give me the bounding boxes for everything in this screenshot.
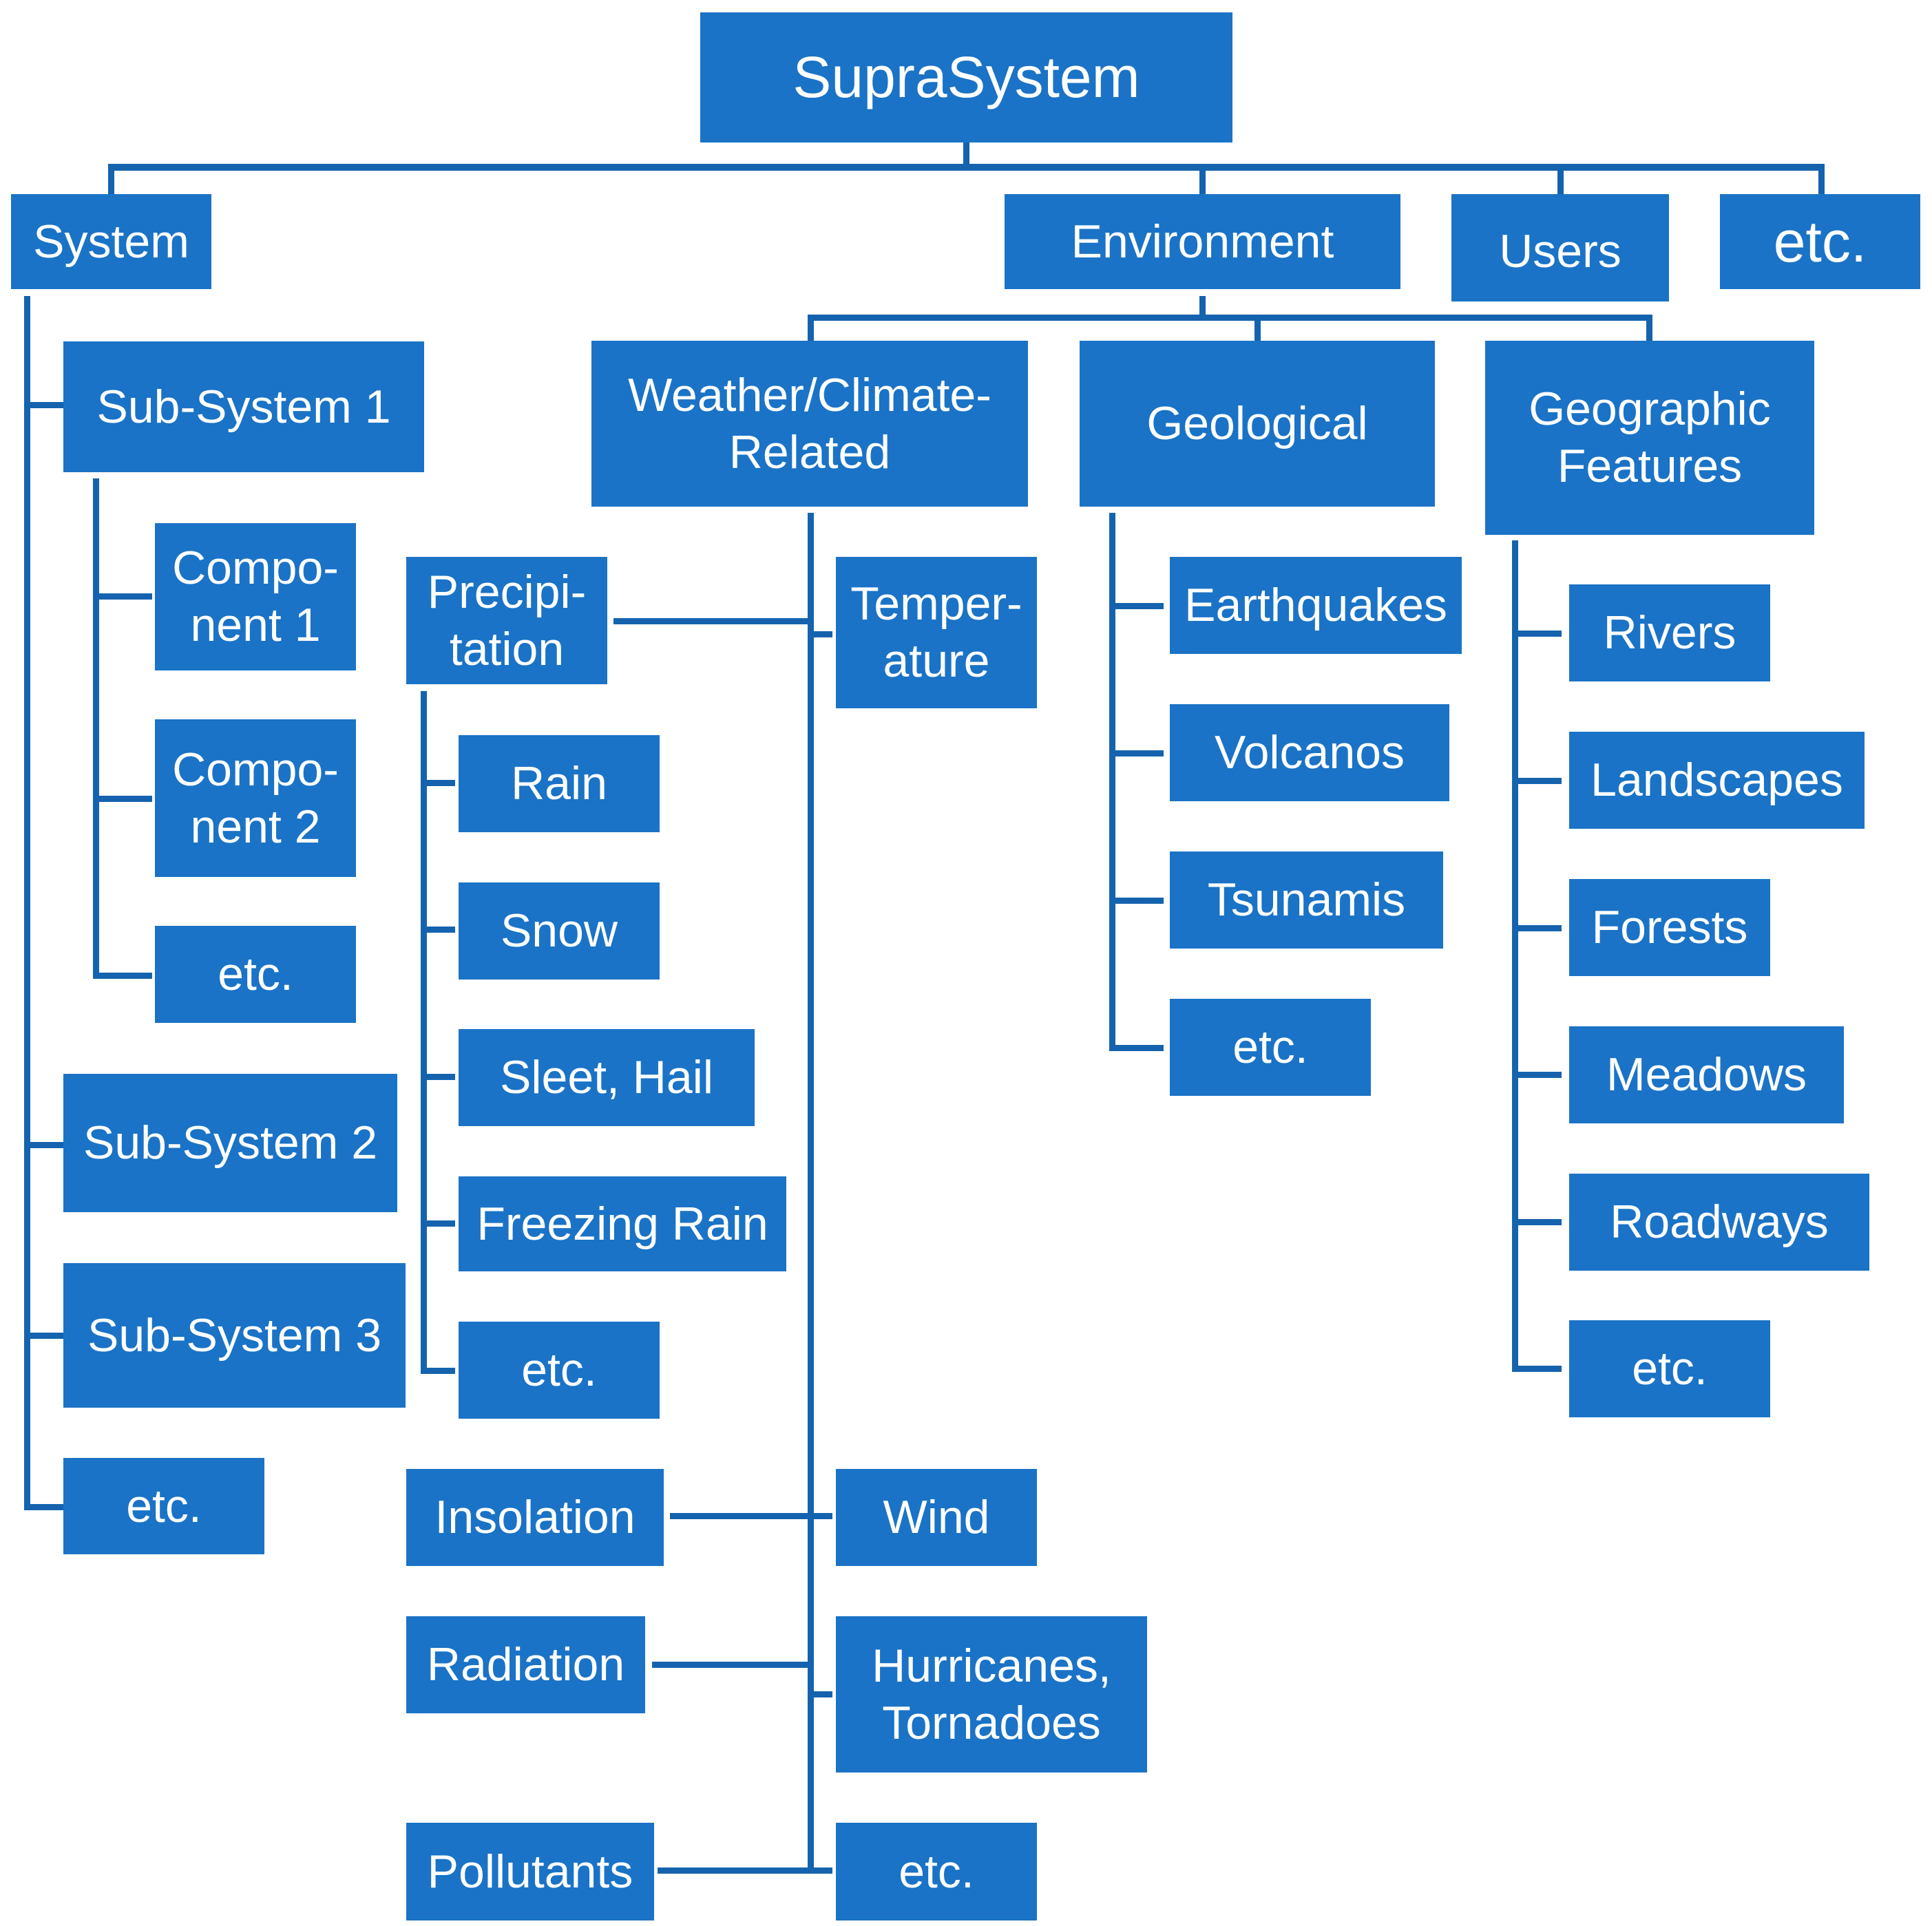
- connector-users-drop: [1557, 164, 1564, 194]
- connector-etc-drop: [1818, 164, 1825, 194]
- connector-top-bus: [108, 164, 1825, 171]
- connector-tsunamis: [1109, 898, 1164, 904]
- connector-comp2: [93, 796, 152, 802]
- connector-system-drop: [108, 164, 114, 194]
- node-temperature: Temper- ature: [836, 557, 1037, 708]
- connector-sub2: [24, 1142, 64, 1148]
- connector-system-trunk: [24, 296, 30, 1510]
- connector-rain: [421, 780, 455, 786]
- connector-environment-drop: [1199, 164, 1206, 194]
- node-radiation: Radiation: [406, 1616, 645, 1713]
- node-roadways: Roadways: [1569, 1174, 1869, 1271]
- node-sub-system-2: Sub-System 2: [63, 1074, 397, 1212]
- connector-insolation: [670, 1513, 832, 1519]
- node-wind: Wind: [836, 1469, 1037, 1566]
- connector-meadows: [1512, 1072, 1562, 1078]
- connector-earthquakes: [1109, 603, 1164, 609]
- node-sleet-hail: Sleet, Hail: [459, 1029, 755, 1126]
- node-weather-etc: etc.: [836, 1823, 1037, 1920]
- connector-volcanos: [1109, 750, 1164, 756]
- node-precipitation-etc: etc.: [459, 1322, 660, 1419]
- connector-pollutants: [658, 1867, 832, 1874]
- connector-env-bus: [808, 315, 1652, 321]
- connector-geological-drop: [1254, 315, 1261, 341]
- node-environment: Environment: [1005, 194, 1400, 289]
- connector-roadways: [1512, 1219, 1562, 1225]
- connector-precip-etc: [421, 1368, 455, 1374]
- connector-weather-trunk: [808, 513, 814, 1873]
- connector-rivers: [1512, 631, 1562, 637]
- connector-freezing: [421, 1220, 455, 1227]
- node-earthquakes: Earthquakes: [1170, 557, 1462, 654]
- connector-geographic-drop: [1646, 315, 1652, 341]
- connector-hurricanes: [808, 1691, 832, 1697]
- connector-precipitation: [613, 618, 814, 624]
- node-sub-system-3: Sub-System 3: [63, 1263, 406, 1408]
- connector-sub1: [24, 402, 64, 408]
- node-etc-level1: etc.: [1720, 194, 1920, 289]
- connector-precip-trunk: [421, 691, 427, 1374]
- node-geological-etc: etc.: [1170, 999, 1371, 1096]
- connector-temperature: [808, 631, 832, 637]
- connector-weather-drop: [808, 315, 814, 341]
- node-meadows: Meadows: [1569, 1026, 1844, 1123]
- node-sub-system-1: Sub-System 1: [63, 341, 424, 472]
- connector-forests: [1512, 925, 1562, 931]
- node-rivers: Rivers: [1569, 584, 1770, 681]
- node-forests: Forests: [1569, 879, 1770, 976]
- node-tsunamis: Tsunamis: [1170, 851, 1443, 949]
- connector-sub-etc: [24, 1504, 64, 1510]
- connector-comp-etc: [93, 973, 152, 979]
- connector-snow: [421, 927, 455, 933]
- connector-geo-etc: [1109, 1045, 1164, 1051]
- node-geographic-etc: etc.: [1569, 1320, 1770, 1417]
- node-component-etc: etc.: [155, 926, 356, 1023]
- node-hurricanes-tornadoes: Hurricanes, Tornadoes: [836, 1616, 1147, 1772]
- node-weather-climate: Weather/Climate- Related: [591, 341, 1028, 507]
- node-users: Users: [1451, 194, 1669, 301]
- connector-comp1: [93, 593, 152, 600]
- connector-sub3: [24, 1333, 64, 1339]
- node-landscapes: Landscapes: [1569, 732, 1865, 829]
- connector-sleet: [421, 1074, 455, 1080]
- connector-geo-trunk: [1109, 513, 1115, 1051]
- node-component-2: Compo- nent 2: [155, 719, 356, 877]
- node-geographic-features: Geographic Features: [1485, 341, 1814, 535]
- node-suprasystem: SupraSystem: [700, 12, 1232, 142]
- node-freezing-rain: Freezing Rain: [459, 1176, 786, 1271]
- node-insolation: Insolation: [406, 1469, 664, 1566]
- connector-radiation: [652, 1662, 814, 1668]
- connector-landscapes: [1512, 778, 1562, 784]
- node-system: System: [11, 194, 211, 289]
- node-rain: Rain: [459, 735, 660, 832]
- node-pollutants: Pollutants: [406, 1823, 654, 1920]
- node-component-1: Compo- nent 1: [155, 523, 356, 670]
- connector-comp-trunk: [93, 478, 99, 979]
- connector-geog-etc: [1512, 1366, 1562, 1372]
- node-sub-system-etc: etc.: [63, 1458, 264, 1554]
- node-volcanos: Volcanos: [1170, 704, 1449, 801]
- node-snow: Snow: [459, 882, 660, 980]
- node-precipitation: Precipi- tation: [406, 557, 607, 684]
- connector-geog-trunk: [1512, 540, 1518, 1372]
- node-geological: Geological: [1080, 341, 1435, 507]
